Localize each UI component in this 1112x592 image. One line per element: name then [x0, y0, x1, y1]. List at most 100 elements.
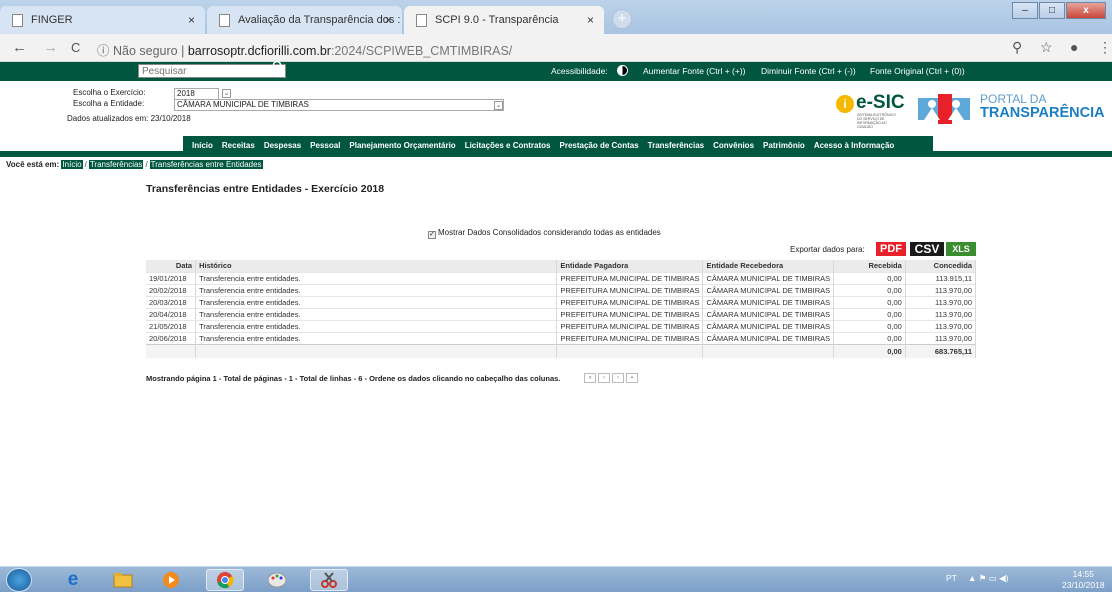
col-historico[interactable]: Histórico: [195, 260, 558, 272]
exercicio-value: 2018: [177, 89, 195, 98]
url-field[interactable]: ⓘ Não seguro | barrosoptr.dcfiorilli.com…: [97, 40, 512, 59]
col-concedida[interactable]: Concedida: [905, 260, 977, 272]
scissors-icon: [321, 572, 337, 588]
col-recebida[interactable]: Recebida: [833, 260, 906, 272]
paint-icon[interactable]: [258, 569, 296, 591]
maximize-button[interactable]: □: [1039, 2, 1065, 19]
table-row[interactable]: 20/03/2018 Transferencia entre entidades…: [146, 295, 977, 308]
menu-icon[interactable]: ⋮: [1098, 39, 1112, 56]
cell-data: 21/05/2018: [146, 319, 197, 332]
table-row[interactable]: 20/02/2018 Transferencia entre entidades…: [146, 283, 977, 296]
breadcrumb-current[interactable]: Transferências entre Entidades: [149, 160, 263, 169]
menu-item-inicio[interactable]: Início: [192, 141, 213, 150]
table-row[interactable]: 20/06/2018 Transferencia entre entidades…: [146, 331, 977, 344]
menu-item-prestacao[interactable]: Prestação de Contas: [560, 141, 639, 150]
cell-recebedora: CÂMARA MUNICIPAL DE TIMBIRAS: [702, 295, 835, 308]
menu-item-licitacoes[interactable]: Licitações e Contratos: [465, 141, 551, 150]
cell-recebida: 0,00: [833, 331, 906, 344]
consolidated-option[interactable]: ✓ Mostrar Dados Consolidados considerando…: [428, 228, 661, 239]
cell-historico: Transferencia entre entidades.: [195, 331, 558, 344]
new-tab-button[interactable]: +: [612, 9, 632, 29]
close-window-button[interactable]: x: [1066, 2, 1106, 19]
tab-avaliacao[interactable]: Avaliação da Transparência dos : ×: [207, 6, 402, 34]
font-decrease-link[interactable]: Diminuir Fonte (Ctrl + (-)): [761, 66, 856, 76]
col-data[interactable]: Data: [146, 260, 197, 272]
breadcrumb-transferencias[interactable]: Transferências: [88, 160, 144, 169]
star-icon[interactable]: ☆: [1040, 39, 1053, 56]
menu-item-transferencias[interactable]: Transferências: [648, 141, 704, 150]
chevron-down-icon[interactable]: ⌄: [222, 89, 231, 98]
breadcrumb: Você está em: Início / Transferências / Tran…: [6, 160, 263, 169]
page-icon: [12, 13, 23, 27]
internet-explorer-icon[interactable]: e: [54, 569, 92, 591]
zoom-icon[interactable]: ⚲: [1012, 39, 1022, 56]
cell-recebedora: CÂMARA MUNICIPAL DE TIMBIRAS: [702, 283, 835, 296]
menu-item-planejamento[interactable]: Planejamento Orçamentário: [349, 141, 455, 150]
next-page-button[interactable]: ›: [612, 373, 624, 383]
esic-subtitle: SISTEMA ELETRÔNICO DO SERVIÇO DE INFORMA…: [857, 113, 896, 129]
search-icon[interactable]: [272, 60, 284, 75]
tray-icons[interactable]: ▲ ⚑ ▭ ◀): [968, 573, 1009, 584]
total-empty: [146, 343, 197, 358]
close-tab-icon[interactable]: ×: [587, 13, 594, 27]
consolidated-checkbox[interactable]: ✓: [428, 231, 436, 239]
tab-scpi[interactable]: SCPI 9.0 - Transparência ×: [404, 6, 604, 34]
export-xls-button[interactable]: XLS: [946, 242, 976, 256]
close-tab-icon[interactable]: ×: [385, 13, 392, 27]
col-pagadora[interactable]: Entidade Pagadora: [556, 260, 704, 272]
cell-recebida: 0,00: [833, 271, 906, 284]
snipping-tool-icon[interactable]: [310, 569, 348, 591]
col-recebedora[interactable]: Entidade Recebedora: [702, 260, 835, 272]
breadcrumb-inicio[interactable]: Início: [61, 160, 83, 169]
export-csv-button[interactable]: CSV: [910, 242, 944, 256]
info-icon[interactable]: ⓘ: [97, 44, 110, 58]
menu-item-acesso[interactable]: Acesso à Informação: [814, 141, 894, 150]
language-indicator[interactable]: PT: [946, 573, 957, 583]
cell-historico: Transferencia entre entidades.: [195, 319, 558, 332]
exercicio-label: Escolha o Exercício:: [73, 88, 146, 97]
file-explorer-icon[interactable]: [104, 569, 142, 591]
media-player-icon[interactable]: [152, 569, 190, 591]
cell-historico: Transferencia entre entidades.: [195, 307, 558, 320]
page-title: Transferências entre Entidades - Exercíc…: [146, 183, 385, 195]
export-pdf-button[interactable]: PDF: [876, 242, 906, 256]
profile-icon[interactable]: ●: [1070, 39, 1078, 55]
cell-recebida: 0,00: [833, 295, 906, 308]
menu-item-convenios[interactable]: Convênios: [713, 141, 754, 150]
chrome-icon[interactable]: [206, 569, 244, 591]
transfers-table: Data Histórico Entidade Pagadora Entidad…: [146, 260, 977, 358]
menu-item-pessoal[interactable]: Pessoal: [310, 141, 340, 150]
menu-item-receitas[interactable]: Receitas: [222, 141, 255, 150]
close-tab-icon[interactable]: ×: [188, 13, 195, 27]
reload-icon[interactable]: C: [71, 40, 80, 55]
font-increase-link[interactable]: Aumentar Fonte (Ctrl + (+)): [643, 66, 746, 76]
updated-text: Dados atualizados em: 23/10/2018: [67, 114, 191, 123]
cell-pagadora: PREFEITURA MUNICIPAL DE TIMBIRAS: [556, 295, 704, 308]
back-icon[interactable]: ←: [12, 39, 27, 56]
table-row[interactable]: 21/05/2018 Transferencia entre entidades…: [146, 319, 977, 332]
menu-item-despesas[interactable]: Despesas: [264, 141, 301, 150]
table-header-row: Data Histórico Entidade Pagadora Entidad…: [146, 260, 977, 272]
prev-page-button[interactable]: ‹: [598, 373, 610, 383]
entidade-select[interactable]: CÂMARA MUNICIPAL DE TIMBIRAS: [174, 99, 504, 111]
tab-finger[interactable]: FINGER ×: [0, 6, 205, 34]
system-clock[interactable]: 14:55 23/10/2018: [1062, 569, 1105, 591]
table-row[interactable]: 19/01/2018 Transferencia entre entidades…: [146, 271, 977, 284]
table-row[interactable]: 20/04/2018 Transferencia entre entidades…: [146, 307, 977, 320]
forward-icon[interactable]: →: [43, 39, 58, 56]
font-original-link[interactable]: Fonte Original (Ctrl + (0)): [870, 66, 965, 76]
menu-item-patrimonio[interactable]: Patrimônio: [763, 141, 805, 150]
folder-icon: [113, 573, 133, 588]
last-page-button[interactable]: »: [626, 373, 638, 383]
cell-pagadora: PREFEITURA MUNICIPAL DE TIMBIRAS: [556, 331, 704, 344]
search-input[interactable]: [138, 64, 286, 78]
windows-start-icon[interactable]: [6, 568, 32, 592]
contrast-icon[interactable]: [617, 65, 628, 76]
chevron-down-icon[interactable]: ⌄: [494, 101, 503, 110]
first-page-button[interactable]: «: [584, 373, 596, 383]
url-path: :2024/SCPIWEB_CMTIMBIRAS/: [330, 44, 513, 58]
cell-pagadora: PREFEITURA MUNICIPAL DE TIMBIRAS: [556, 307, 704, 320]
search-glyph-icon: [272, 60, 284, 72]
minimize-button[interactable]: –: [1012, 2, 1038, 19]
browser-titlebar: FINGER × Avaliação da Transparência dos …: [0, 0, 1112, 34]
